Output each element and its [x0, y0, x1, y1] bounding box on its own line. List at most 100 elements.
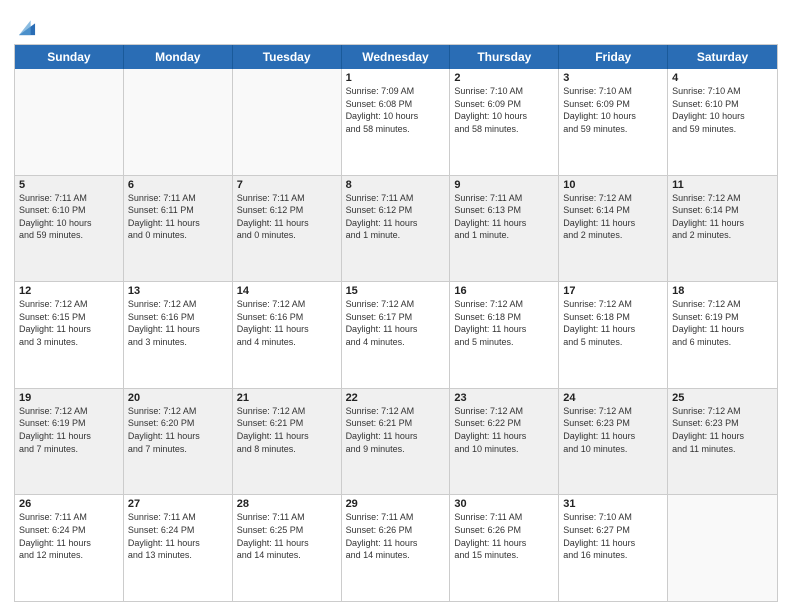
calendar-day-22: 22Sunrise: 7:12 AM Sunset: 6:21 PM Dayli…: [342, 389, 451, 495]
day-info: Sunrise: 7:12 AM Sunset: 6:23 PM Dayligh…: [563, 405, 663, 455]
calendar-day-20: 20Sunrise: 7:12 AM Sunset: 6:20 PM Dayli…: [124, 389, 233, 495]
day-info: Sunrise: 7:09 AM Sunset: 6:08 PM Dayligh…: [346, 85, 446, 135]
day-number: 26: [19, 498, 119, 510]
calendar-day-12: 12Sunrise: 7:12 AM Sunset: 6:15 PM Dayli…: [15, 282, 124, 388]
day-info: Sunrise: 7:10 AM Sunset: 6:27 PM Dayligh…: [563, 511, 663, 561]
day-number: 21: [237, 392, 337, 404]
day-info: Sunrise: 7:10 AM Sunset: 6:09 PM Dayligh…: [454, 85, 554, 135]
calendar-day-5: 5Sunrise: 7:11 AM Sunset: 6:10 PM Daylig…: [15, 176, 124, 282]
day-info: Sunrise: 7:12 AM Sunset: 6:23 PM Dayligh…: [672, 405, 773, 455]
day-number: 17: [563, 285, 663, 297]
calendar-day-17: 17Sunrise: 7:12 AM Sunset: 6:18 PM Dayli…: [559, 282, 668, 388]
header-day-saturday: Saturday: [668, 45, 777, 69]
calendar-day-25: 25Sunrise: 7:12 AM Sunset: 6:23 PM Dayli…: [668, 389, 777, 495]
day-info: Sunrise: 7:12 AM Sunset: 6:14 PM Dayligh…: [563, 192, 663, 242]
header-day-friday: Friday: [559, 45, 668, 69]
header-day-tuesday: Tuesday: [233, 45, 342, 69]
calendar-day-empty: [15, 69, 124, 175]
calendar-week-4: 19Sunrise: 7:12 AM Sunset: 6:19 PM Dayli…: [15, 388, 777, 495]
logo: [14, 14, 38, 38]
calendar-week-5: 26 Sunrise: 7:11 AM Sunset: 6:24 PM Dayli…: [15, 494, 777, 601]
calendar-day-26: 26Sunrise: 7:11 AM Sunset: 6:24 PM Dayli…: [15, 495, 124, 601]
calendar-day-2: 2Sunrise: 7:10 AM Sunset: 6:09 PM Daylig…: [450, 69, 559, 175]
day-number: 29: [346, 498, 446, 510]
day-info: Sunrise: 7:12 AM Sunset: 6:19 PM Dayligh…: [19, 405, 119, 455]
day-number: 15: [346, 285, 446, 297]
day-info: Sunrise: 7:11 AM Sunset: 6:24 PM Dayligh…: [128, 511, 228, 561]
day-info: Sunrise: 7:11 AM Sunset: 6:12 PM Dayligh…: [346, 192, 446, 242]
day-number: 11: [672, 179, 773, 191]
day-info: Sunrise: 7:10 AM Sunset: 6:09 PM Dayligh…: [563, 85, 663, 135]
day-info: Sunrise: 7:12 AM Sunset: 6:22 PM Dayligh…: [454, 405, 554, 455]
calendar-day-21: 21Sunrise: 7:12 AM Sunset: 6:21 PM Dayli…: [233, 389, 342, 495]
day-info: Sunrise: 7:12 AM Sunset: 6:15 PM Dayligh…: [19, 298, 119, 348]
calendar-day-24: 24Sunrise: 7:12 AM Sunset: 6:23 PM Dayli…: [559, 389, 668, 495]
day-number: 16: [454, 285, 554, 297]
calendar-day-8: 8Sunrise: 7:11 AM Sunset: 6:12 PM Daylig…: [342, 176, 451, 282]
header-day-wednesday: Wednesday: [342, 45, 451, 69]
day-number: 23: [454, 392, 554, 404]
day-info: Sunrise: 7:10 AM Sunset: 6:10 PM Dayligh…: [672, 85, 773, 135]
calendar-day-4: 4Sunrise: 7:10 AM Sunset: 6:10 PM Daylig…: [668, 69, 777, 175]
calendar-week-1: 1Sunrise: 7:09 AM Sunset: 6:08 PM Daylig…: [15, 69, 777, 175]
calendar-day-29: 29Sunrise: 7:11 AM Sunset: 6:26 PM Dayli…: [342, 495, 451, 601]
day-number: 20: [128, 392, 228, 404]
header-day-sunday: Sunday: [15, 45, 124, 69]
day-info: Sunrise: 7:12 AM Sunset: 6:17 PM Dayligh…: [346, 298, 446, 348]
day-number: 27: [128, 498, 228, 510]
day-info: Sunrise: 7:12 AM Sunset: 6:18 PM Dayligh…: [454, 298, 554, 348]
calendar-week-3: 12Sunrise: 7:12 AM Sunset: 6:15 PM Dayli…: [15, 281, 777, 388]
day-info: Sunrise: 7:12 AM Sunset: 6:16 PM Dayligh…: [237, 298, 337, 348]
page: SundayMondayTuesdayWednesdayThursdayFrid…: [0, 0, 792, 612]
header-day-thursday: Thursday: [450, 45, 559, 69]
logo-icon: [16, 16, 38, 38]
calendar-day-23: 23Sunrise: 7:12 AM Sunset: 6:22 PM Dayli…: [450, 389, 559, 495]
day-info: Sunrise: 7:11 AM Sunset: 6:26 PM Dayligh…: [454, 511, 554, 561]
calendar-day-11: 11Sunrise: 7:12 AM Sunset: 6:14 PM Dayli…: [668, 176, 777, 282]
calendar-day-31: 31Sunrise: 7:10 AM Sunset: 6:27 PM Dayli…: [559, 495, 668, 601]
day-number: 9: [454, 179, 554, 191]
calendar-day-19: 19Sunrise: 7:12 AM Sunset: 6:19 PM Dayli…: [15, 389, 124, 495]
day-info: Sunrise: 7:11 AM Sunset: 6:10 PM Dayligh…: [19, 192, 119, 242]
day-number: 7: [237, 179, 337, 191]
calendar-day-1: 1Sunrise: 7:09 AM Sunset: 6:08 PM Daylig…: [342, 69, 451, 175]
day-number: 5: [19, 179, 119, 191]
day-info: Sunrise: 7:12 AM Sunset: 6:21 PM Dayligh…: [346, 405, 446, 455]
day-number: 3: [563, 72, 663, 84]
calendar-day-15: 15Sunrise: 7:12 AM Sunset: 6:17 PM Dayli…: [342, 282, 451, 388]
calendar-week-2: 5Sunrise: 7:11 AM Sunset: 6:10 PM Daylig…: [15, 175, 777, 282]
day-info: Sunrise: 7:11 AM Sunset: 6:13 PM Dayligh…: [454, 192, 554, 242]
calendar: SundayMondayTuesdayWednesdayThursdayFrid…: [14, 44, 778, 602]
header: [14, 10, 778, 38]
calendar-header: SundayMondayTuesdayWednesdayThursdayFrid…: [15, 45, 777, 69]
calendar-day-16: 16Sunrise: 7:12 AM Sunset: 6:18 PM Dayli…: [450, 282, 559, 388]
day-number: 22: [346, 392, 446, 404]
calendar-day-13: 13Sunrise: 7:12 AM Sunset: 6:16 PM Dayli…: [124, 282, 233, 388]
day-number: 8: [346, 179, 446, 191]
day-number: 14: [237, 285, 337, 297]
calendar-day-18: 18Sunrise: 7:12 AM Sunset: 6:19 PM Dayli…: [668, 282, 777, 388]
day-number: 31: [563, 498, 663, 510]
calendar-day-empty: [124, 69, 233, 175]
calendar-day-28: 28Sunrise: 7:11 AM Sunset: 6:25 PM Dayli…: [233, 495, 342, 601]
day-info: Sunrise: 7:12 AM Sunset: 6:14 PM Dayligh…: [672, 192, 773, 242]
day-info: Sunrise: 7:12 AM Sunset: 6:18 PM Dayligh…: [563, 298, 663, 348]
calendar-day-10: 10Sunrise: 7:12 AM Sunset: 6:14 PM Dayli…: [559, 176, 668, 282]
day-number: 28: [237, 498, 337, 510]
header-day-monday: Monday: [124, 45, 233, 69]
day-number: 4: [672, 72, 773, 84]
day-number: 24: [563, 392, 663, 404]
day-info: Sunrise: 7:12 AM Sunset: 6:16 PM Dayligh…: [128, 298, 228, 348]
day-info: Sunrise: 7:11 AM Sunset: 6:26 PM Dayligh…: [346, 511, 446, 561]
day-number: 12: [19, 285, 119, 297]
day-number: 18: [672, 285, 773, 297]
calendar-day-7: 7Sunrise: 7:11 AM Sunset: 6:12 PM Daylig…: [233, 176, 342, 282]
day-number: 30: [454, 498, 554, 510]
day-info: Sunrise: 7:12 AM Sunset: 6:20 PM Dayligh…: [128, 405, 228, 455]
calendar-day-6: 6Sunrise: 7:11 AM Sunset: 6:11 PM Daylig…: [124, 176, 233, 282]
calendar-day-27: 27Sunrise: 7:11 AM Sunset: 6:24 PM Dayli…: [124, 495, 233, 601]
day-info: Sunrise: 7:11 AM Sunset: 6:25 PM Dayligh…: [237, 511, 337, 561]
calendar-day-30: 30Sunrise: 7:11 AM Sunset: 6:26 PM Dayli…: [450, 495, 559, 601]
day-number: 1: [346, 72, 446, 84]
day-number: 2: [454, 72, 554, 84]
